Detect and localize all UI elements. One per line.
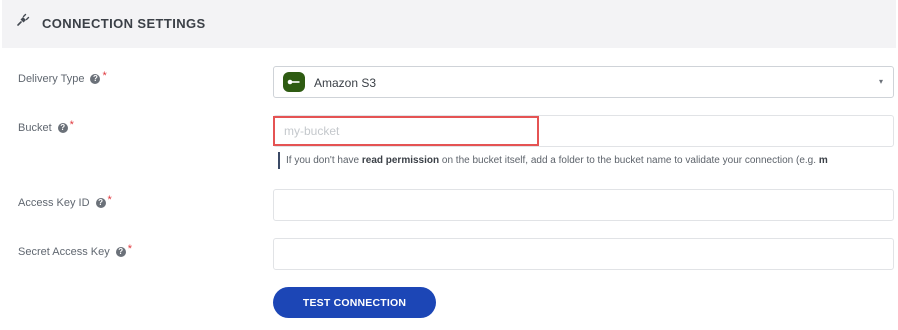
bucket-label-row: Bucket ? * xyxy=(18,119,74,134)
delivery-type-label-row: Delivery Type ? * xyxy=(18,70,107,85)
required-marker: * xyxy=(127,243,132,255)
secret-access-key-label: Secret Access Key xyxy=(18,246,110,258)
access-key-id-field[interactable] xyxy=(273,189,894,221)
test-connection-button[interactable]: TEST CONNECTION xyxy=(273,287,436,318)
help-icon[interactable]: ? xyxy=(115,247,126,257)
hint-text-prefix: If you don't have xyxy=(286,155,362,166)
access-key-id-input[interactable] xyxy=(274,190,893,220)
hint-text-suffix: on the bucket itself, add a folder to th… xyxy=(439,155,819,166)
bucket-label: Bucket xyxy=(18,122,52,134)
help-icon[interactable]: ? xyxy=(90,74,101,84)
bucket-field[interactable] xyxy=(273,115,894,147)
delivery-type-label: Delivery Type xyxy=(18,73,85,85)
secret-access-key-field[interactable] xyxy=(273,238,894,270)
required-marker: * xyxy=(69,119,74,131)
access-key-id-label: Access Key ID xyxy=(18,197,90,209)
required-marker: * xyxy=(107,194,112,206)
bucket-input[interactable] xyxy=(274,116,893,146)
delivery-type-value: Amazon S3 xyxy=(314,76,377,90)
connection-settings-header: CONNECTION SETTINGS xyxy=(2,0,896,48)
hint-bold-text: read permission xyxy=(361,155,440,166)
access-key-id-label-row: Access Key ID ? * xyxy=(18,194,112,209)
hint-trailing-text: m xyxy=(818,155,828,166)
section-title: CONNECTION SETTINGS xyxy=(42,16,206,31)
secret-access-key-label-row: Secret Access Key ? * xyxy=(18,243,132,258)
help-icon[interactable]: ? xyxy=(95,198,106,208)
help-icon[interactable]: ? xyxy=(57,123,68,133)
chevron-down-icon[interactable]: ▾ xyxy=(879,77,883,86)
amazon-s3-icon xyxy=(283,72,305,92)
delivery-type-select[interactable]: Amazon S3 ▾ xyxy=(273,66,894,98)
secret-access-key-input[interactable] xyxy=(274,239,893,269)
bucket-hint: If you don't have read permission on the… xyxy=(278,152,898,169)
required-marker: * xyxy=(102,70,107,82)
plug-icon xyxy=(17,13,30,26)
